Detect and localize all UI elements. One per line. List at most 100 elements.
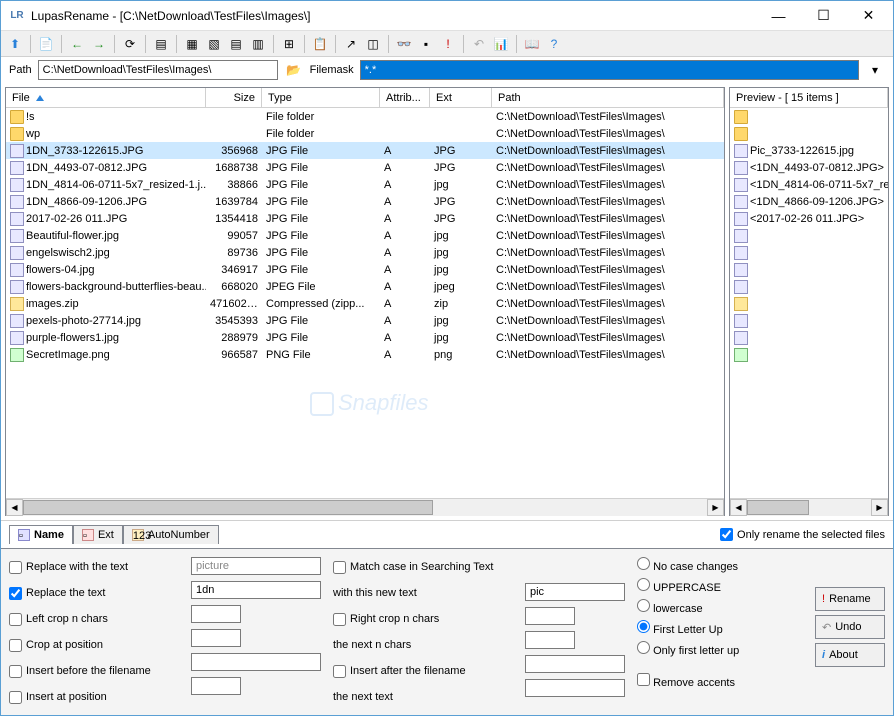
tab-autonumber[interactable]: 123AutoNumber bbox=[123, 525, 219, 544]
preview-row[interactable] bbox=[730, 227, 888, 244]
preview-rows[interactable]: Pic_3733-122615.jpg<1DN_4493-07-0812.JPG… bbox=[730, 108, 888, 498]
insert-before-check[interactable]: Insert before the filename bbox=[9, 661, 179, 681]
preview-row[interactable] bbox=[730, 312, 888, 329]
new-icon[interactable]: 📄 bbox=[36, 34, 56, 54]
table-row[interactable]: images.zip47160266Compressed (zipp...Azi… bbox=[6, 295, 724, 312]
table-row[interactable]: wpFile folderC:\NetDownload\TestFiles\Im… bbox=[6, 125, 724, 142]
scroll-left-icon[interactable]: ◀ bbox=[6, 499, 23, 516]
case-lower-radio[interactable]: lowercase bbox=[637, 599, 739, 615]
table-row[interactable]: pexels-photo-27714.jpg3545393JPG FileAjp… bbox=[6, 312, 724, 329]
case-upper-radio[interactable]: UPPERCASE bbox=[637, 578, 739, 594]
view3-icon[interactable]: ▤ bbox=[226, 34, 246, 54]
maximize-button[interactable]: ☐ bbox=[801, 2, 846, 30]
crop-pos-input[interactable] bbox=[191, 629, 241, 647]
view2-icon[interactable]: ▧ bbox=[204, 34, 224, 54]
arrow-icon[interactable]: ↗ bbox=[341, 34, 361, 54]
case-firstup-radio[interactable]: First Letter Up bbox=[637, 620, 739, 636]
match-case-check[interactable]: Match case in Searching Text bbox=[333, 557, 513, 577]
preview-row[interactable] bbox=[730, 261, 888, 278]
case-onlyfirst-radio[interactable]: Only first letter up bbox=[637, 641, 739, 657]
replace-with-text-check[interactable]: Replace with the text bbox=[9, 557, 179, 577]
table-row[interactable]: flowers-04.jpg346917JPG FileAjpgC:\NetDo… bbox=[6, 261, 724, 278]
tool1-icon[interactable]: ▤ bbox=[151, 34, 171, 54]
scroll-right-icon[interactable]: ▶ bbox=[707, 499, 724, 516]
minimize-button[interactable]: — bbox=[756, 2, 801, 30]
table-row[interactable]: flowers-background-butterflies-beau...66… bbox=[6, 278, 724, 295]
preview-row[interactable] bbox=[730, 244, 888, 261]
insert-after-input[interactable] bbox=[525, 655, 625, 673]
folder-open-icon[interactable]: 📂 bbox=[284, 60, 304, 80]
insert-at-pos-check[interactable]: Insert at position bbox=[9, 687, 179, 707]
back-icon[interactable]: ← bbox=[67, 34, 87, 54]
insert-after-check[interactable]: Insert after the filename bbox=[333, 661, 513, 681]
preview-scroll-right-icon[interactable]: ▶ bbox=[871, 499, 888, 516]
preview-row[interactable] bbox=[730, 278, 888, 295]
tab-ext[interactable]: ▫Ext bbox=[73, 525, 123, 544]
up-icon[interactable]: ⬆ bbox=[5, 34, 25, 54]
view1-icon[interactable]: ▦ bbox=[182, 34, 202, 54]
table-row[interactable]: !sFile folderC:\NetDownload\TestFiles\Im… bbox=[6, 108, 724, 125]
preview-row[interactable] bbox=[730, 346, 888, 363]
left-crop-check[interactable]: Left crop n chars bbox=[9, 609, 179, 629]
path-input[interactable] bbox=[38, 60, 278, 80]
next-text-input[interactable] bbox=[525, 679, 625, 697]
table-row[interactable]: purple-flowers1.jpg288979JPG FileAjpgC:\… bbox=[6, 329, 724, 346]
forward-icon[interactable]: → bbox=[89, 34, 109, 54]
undo-button[interactable]: ↶ Undo bbox=[815, 615, 885, 639]
table-row[interactable]: 1DN_4493-07-0812.JPG1688738JPG FileAJPGC… bbox=[6, 159, 724, 176]
h-scrollbar[interactable]: ◀ ▶ bbox=[6, 498, 724, 515]
col-size[interactable]: Size bbox=[206, 88, 262, 107]
refresh-icon[interactable]: ⟳ bbox=[120, 34, 140, 54]
case-nochange-radio[interactable]: No case changes bbox=[637, 557, 739, 573]
preview-row[interactable] bbox=[730, 295, 888, 312]
insert-before-input[interactable] bbox=[191, 653, 321, 671]
replace-text-input[interactable] bbox=[191, 581, 321, 599]
preview-row[interactable] bbox=[730, 125, 888, 142]
exclaim-icon[interactable]: ! bbox=[438, 34, 458, 54]
next-n-chars-input[interactable] bbox=[525, 631, 575, 649]
about-button[interactable]: i About bbox=[815, 643, 885, 667]
table-row[interactable]: SecretImage.png966587PNG FileApngC:\NetD… bbox=[6, 346, 724, 363]
remove-accents-check[interactable]: Remove accents bbox=[637, 673, 739, 689]
preview-row[interactable]: <1DN_4866-09-1206.JPG> bbox=[730, 193, 888, 210]
rename-button[interactable]: ! Rename bbox=[815, 587, 885, 611]
table-row[interactable]: 1DN_4866-09-1206.JPG1639784JPG FileAJPGC… bbox=[6, 193, 724, 210]
table-row[interactable]: 1DN_3733-122615.JPG356968JPG FileAJPGC:\… bbox=[6, 142, 724, 159]
preview-row[interactable]: Pic_3733-122615.jpg bbox=[730, 142, 888, 159]
help-icon[interactable]: 📖 bbox=[522, 34, 542, 54]
preview-header[interactable]: Preview - [ 15 items ] bbox=[730, 88, 888, 107]
preview-row[interactable]: <1DN_4493-07-0812.JPG> bbox=[730, 159, 888, 176]
preview-scroll-left-icon[interactable]: ◀ bbox=[730, 499, 747, 516]
view4-icon[interactable]: ▥ bbox=[248, 34, 268, 54]
col-path[interactable]: Path bbox=[492, 88, 724, 107]
doc-icon[interactable]: 📋 bbox=[310, 34, 330, 54]
question-icon[interactable]: ? bbox=[544, 34, 564, 54]
tab-name[interactable]: ▫Name bbox=[9, 525, 73, 544]
cmd-icon[interactable]: ▪ bbox=[416, 34, 436, 54]
left-crop-input[interactable] bbox=[191, 605, 241, 623]
table-row[interactable]: Beautiful-flower.jpg99057JPG FileAjpgC:\… bbox=[6, 227, 724, 244]
table-row[interactable]: 1DN_4814-06-0711-5x7_resized-1.j...38866… bbox=[6, 176, 724, 193]
right-crop-check[interactable]: Right crop n chars bbox=[333, 609, 513, 629]
preview-h-scrollbar[interactable]: ◀ ▶ bbox=[730, 498, 888, 515]
only-rename-check[interactable]: Only rename the selected files bbox=[720, 528, 885, 541]
col-attrib[interactable]: Attrib... bbox=[380, 88, 430, 107]
col-file[interactable]: File bbox=[6, 88, 206, 107]
undo-icon[interactable]: ↶ bbox=[469, 34, 489, 54]
replace-the-text-check[interactable]: Replace the text bbox=[9, 583, 179, 603]
filemask-dropdown-icon[interactable]: ▾ bbox=[865, 60, 885, 80]
filemask-input[interactable] bbox=[360, 60, 859, 80]
glasses-icon[interactable]: 👓 bbox=[394, 34, 414, 54]
right-crop-input[interactable] bbox=[525, 607, 575, 625]
preview-row[interactable] bbox=[730, 108, 888, 125]
grid-icon[interactable]: ⊞ bbox=[279, 34, 299, 54]
new-text-input[interactable] bbox=[525, 583, 625, 601]
delete-icon[interactable]: 📊 bbox=[491, 34, 511, 54]
insert-pos-input[interactable] bbox=[191, 677, 241, 695]
preview-row[interactable]: <2017-02-26 011.JPG> bbox=[730, 210, 888, 227]
preview-row[interactable] bbox=[730, 329, 888, 346]
preview-row[interactable]: <1DN_4814-06-0711-5x7_resized-1. bbox=[730, 176, 888, 193]
table-row[interactable]: engelswisch2.jpg89736JPG FileAjpgC:\NetD… bbox=[6, 244, 724, 261]
file-rows[interactable]: !sFile folderC:\NetDownload\TestFiles\Im… bbox=[6, 108, 724, 498]
table-row[interactable]: 2017-02-26 011.JPG1354418JPG FileAJPGC:\… bbox=[6, 210, 724, 227]
